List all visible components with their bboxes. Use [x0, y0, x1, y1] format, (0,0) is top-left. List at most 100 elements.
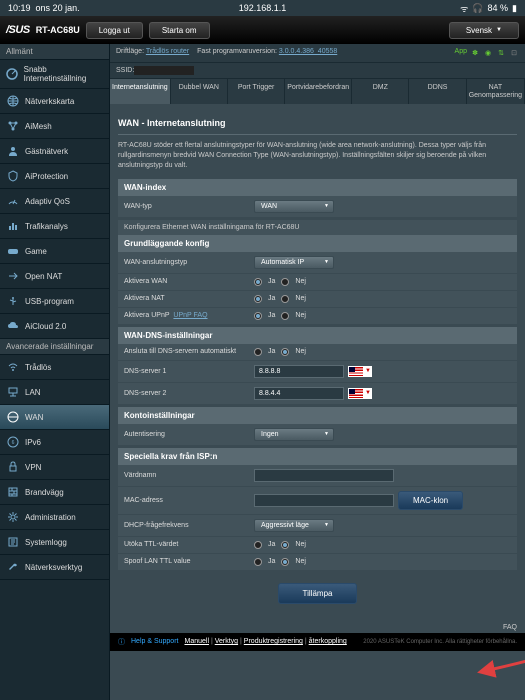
tab-2[interactable]: Port Trigger: [228, 79, 285, 104]
sidebar-item-label: Nätverksverktyg: [25, 563, 82, 572]
copyright: 2020 ASUSTeK Computer Inc. Alla rättighe…: [363, 639, 517, 645]
sidebar-item-chart[interactable]: Trafikanalys: [0, 214, 109, 239]
language-select[interactable]: Svensk: [449, 22, 519, 39]
tab-3[interactable]: Portvidarebefordran: [285, 79, 352, 104]
usb-icon: [6, 294, 20, 308]
sidebar-item-tools[interactable]: Nätverksverktyg: [0, 555, 109, 580]
wifi-icon: ᯤ: [460, 2, 468, 15]
help-support-link[interactable]: Help & Support: [131, 638, 178, 645]
mac-clone-button[interactable]: MAC-klon: [398, 491, 463, 510]
sidebar-item-ipv6[interactable]: 6IPv6: [0, 430, 109, 455]
tab-4[interactable]: DMZ: [352, 79, 409, 104]
operation-mode-link[interactable]: Trådlös router: [146, 48, 189, 55]
logout-button[interactable]: Logga ut: [86, 22, 143, 39]
upnp-faq-link[interactable]: UPnP FAQ: [173, 312, 207, 319]
group-basic: Grundläggande konfig: [118, 235, 517, 252]
sidebar-item-label: WAN: [25, 413, 43, 422]
sidebar-item-label: Trafikanalys: [25, 222, 68, 231]
vpn-icon: [6, 460, 20, 474]
ttl-radio[interactable]: JaNej: [254, 541, 306, 549]
tab-5[interactable]: DDNS: [409, 79, 466, 104]
spoof-radio[interactable]: JaNej: [254, 558, 306, 566]
footer-link-1[interactable]: Verktyg: [215, 638, 238, 645]
sidebar-item-log[interactable]: Systemlogg: [0, 530, 109, 555]
sidebar: Allmänt Snabb Internetinställning Nätverk…: [0, 44, 110, 700]
apply-button[interactable]: Tillämpa: [278, 583, 358, 604]
sidebar-item-nat[interactable]: Open NAT: [0, 264, 109, 289]
svg-text:6: 6: [12, 440, 15, 446]
group-account: Kontoinställningar: [118, 407, 517, 424]
status-icon-3[interactable]: ⊡: [509, 48, 519, 58]
guest-icon: [6, 144, 20, 158]
battery-icon: ▮: [512, 3, 517, 14]
sidebar-item-guest[interactable]: Gästnätverk: [0, 139, 109, 164]
dashboard-icon: [6, 67, 19, 81]
sidebar-item-cloud[interactable]: AiCloud 2.0: [0, 314, 109, 339]
status-icon-1[interactable]: ◉: [483, 48, 493, 58]
dns-auto-label: Ansluta till DNS-servern automatiskt: [124, 348, 254, 355]
footer-link-2[interactable]: Produktregistrering: [244, 638, 303, 645]
mac-label: MAC-adress: [124, 497, 254, 504]
log-icon: [6, 535, 20, 549]
sidebar-item-dashboard[interactable]: Snabb Internetinställning: [0, 60, 109, 89]
sidebar-item-admin[interactable]: Administration: [0, 505, 109, 530]
sidebar-item-lan[interactable]: LAN: [0, 380, 109, 405]
dns2-input[interactable]: [254, 387, 344, 400]
wan-type-select[interactable]: WAN: [254, 200, 334, 213]
tab-0[interactable]: Internetanslutning: [110, 79, 171, 104]
conn-type-select[interactable]: Automatisk IP: [254, 256, 334, 269]
sidebar-item-mesh[interactable]: AiMesh: [0, 114, 109, 139]
dhcp-select[interactable]: Aggressivt läge: [254, 519, 334, 532]
wan-type-label: WAN-typ: [124, 203, 254, 210]
gauge-icon: [6, 194, 20, 208]
sidebar-item-label: Brandvägg: [25, 488, 64, 497]
sidebar-section-general: Allmänt: [0, 44, 109, 60]
ttl-label: Utöka TTL-värdet: [124, 541, 254, 548]
sidebar-item-vpn[interactable]: VPN: [0, 455, 109, 480]
sidebar-item-label: Gästnätverk: [25, 147, 68, 156]
mac-input[interactable]: [254, 494, 394, 507]
sidebar-item-usb[interactable]: USB-program: [0, 289, 109, 314]
sidebar-item-label: Systemlogg: [25, 538, 67, 547]
sidebar-item-globe[interactable]: Nätverkskarta: [0, 89, 109, 114]
dns1-label: DNS-server 1: [124, 368, 254, 375]
enable-upnp-radio[interactable]: JaNej: [254, 312, 306, 320]
reboot-button[interactable]: Starta om: [149, 22, 210, 39]
sidebar-item-label: Open NAT: [25, 272, 62, 281]
sidebar-item-label: LAN: [25, 388, 41, 397]
app-link[interactable]: App: [455, 48, 467, 58]
dns1-input[interactable]: [254, 365, 344, 378]
sidebar-item-wifi[interactable]: Trådlös: [0, 355, 109, 380]
enable-wan-radio[interactable]: JaNej: [254, 278, 306, 286]
sidebar-item-gamepad[interactable]: Game: [0, 239, 109, 264]
sidebar-item-label: Administration: [25, 513, 76, 522]
dns2-country[interactable]: [348, 388, 372, 399]
tab-1[interactable]: Dubbel WAN: [171, 79, 228, 104]
sidebar-item-label: Trådlös: [25, 363, 51, 372]
tab-6[interactable]: NAT Genompassering: [467, 79, 525, 104]
admin-icon: [6, 510, 20, 524]
footer-link-3[interactable]: återkoppling: [309, 638, 347, 645]
faq-link[interactable]: FAQ: [503, 624, 517, 631]
model-name: RT-AC68U: [36, 25, 80, 35]
dns1-country[interactable]: [348, 366, 372, 377]
sidebar-item-label: AiCloud 2.0: [25, 322, 66, 331]
dns-auto-radio[interactable]: JaNej: [254, 348, 306, 356]
status-icon-2[interactable]: ⇅: [496, 48, 506, 58]
sidebar-item-wan[interactable]: WAN: [0, 405, 109, 430]
lan-icon: [6, 385, 20, 399]
auth-select[interactable]: Ingen: [254, 428, 334, 441]
hostname-input[interactable]: [254, 469, 394, 482]
chart-icon: [6, 219, 20, 233]
footer-link-0[interactable]: Manuell: [184, 638, 209, 645]
sidebar-item-firewall[interactable]: Brandvägg: [0, 480, 109, 505]
tools-icon: [6, 560, 20, 574]
nat-icon: [6, 269, 20, 283]
sidebar-item-shield[interactable]: AiProtection: [0, 164, 109, 189]
enable-nat-radio[interactable]: JaNej: [254, 295, 306, 303]
status-date: ons 20 jan.: [36, 3, 80, 13]
sidebar-item-gauge[interactable]: Adaptiv QoS: [0, 189, 109, 214]
firmware-link[interactable]: 3.0.0.4.386_40558: [279, 48, 337, 55]
sidebar-item-label: Nätverkskarta: [25, 97, 74, 106]
settings-icon[interactable]: ✽: [470, 48, 480, 58]
